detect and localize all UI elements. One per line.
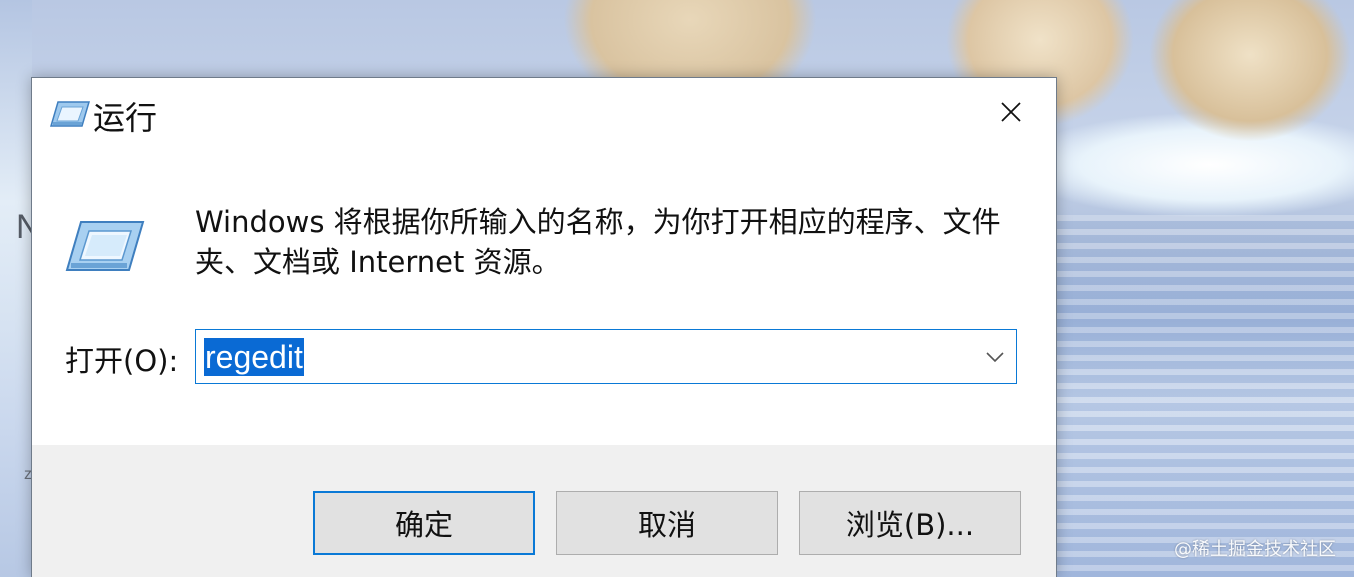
button-bar: 确定 取消 浏览(B)... [32, 445, 1056, 577]
title-bar[interactable]: 运行 [32, 78, 1056, 150]
wallpaper-water [1056, 215, 1354, 577]
dialog-content: Windows 将根据你所输入的名称，为你打开相应的程序、文件夹、文档或 Int… [32, 150, 1056, 445]
run-icon [50, 100, 90, 128]
cancel-button[interactable]: 取消 [556, 491, 778, 555]
browse-button[interactable]: 浏览(B)... [799, 491, 1021, 555]
dialog-description: Windows 将根据你所输入的名称，为你打开相应的程序、文件夹、文档或 Int… [195, 205, 1001, 279]
watermark: @稀土掘金技术社区 [1174, 539, 1336, 560]
run-icon [65, 218, 145, 274]
run-dialog: 运行 Windows 将根据你所输入的名称，为你打开相应的程序、文件夹、文档或 … [31, 77, 1057, 577]
ok-button[interactable]: 确定 [313, 491, 535, 555]
wallpaper-left-strip [0, 0, 32, 577]
open-label: 打开(O): [65, 344, 179, 378]
open-input[interactable]: regedit [204, 338, 304, 376]
chevron-down-icon[interactable] [984, 347, 1006, 367]
close-icon [1001, 102, 1021, 126]
open-combobox[interactable]: regedit [195, 329, 1017, 384]
desktop-background: N z @稀土掘金技术社区 运行 Windows 将根据你所输入的名称，为你打开… [0, 0, 1354, 577]
dialog-title: 运行 [93, 99, 158, 137]
close-button[interactable] [966, 78, 1056, 150]
